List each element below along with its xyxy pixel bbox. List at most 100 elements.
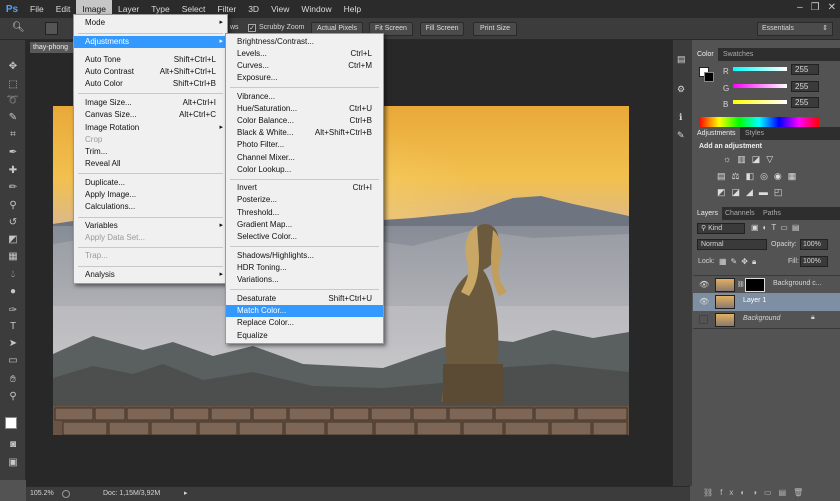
menu-item-canvas-size[interactable]: Canvas Size... Alt+Ctrl+C xyxy=(74,109,227,121)
menu-item-trim[interactable]: Trim... xyxy=(74,146,227,158)
tab-adjustments[interactable]: Adjustments xyxy=(693,127,740,140)
quick-mask-icon[interactable]: ◙ xyxy=(6,438,20,452)
minimize-icon[interactable]: – xyxy=(797,2,803,13)
menu-item-adjustments[interactable]: Adjustments ▸ xyxy=(74,36,227,48)
zoom-tool-icon[interactable]: 🔍︎ xyxy=(12,22,25,33)
menu-item-color-balance[interactable]: Color Balance... Ctrl+B xyxy=(226,115,383,127)
tab-color[interactable]: Color xyxy=(693,48,718,61)
menu-item-levels[interactable]: Levels... Ctrl+L xyxy=(226,48,383,60)
menu-item-apply-image[interactable]: Apply Image... xyxy=(74,189,227,201)
menu-item-auto-contrast[interactable]: Auto Contrast Alt+Shift+Ctrl+L xyxy=(74,66,227,78)
menu-item-selective-color[interactable]: Selective Color... xyxy=(226,231,383,243)
visibility-eye-icon[interactable]: 👁︎ xyxy=(699,280,709,289)
fill-screen-button[interactable]: Fill Screen xyxy=(420,22,464,36)
menu-item-match-color[interactable]: Match Color... xyxy=(226,305,383,317)
print-size-button[interactable]: Print Size xyxy=(473,22,517,36)
foreground-color-swatch[interactable] xyxy=(5,417,17,429)
menu-item-image-rotation[interactable]: Image Rotation ▸ xyxy=(74,122,227,134)
tab-channels[interactable]: Channels xyxy=(721,207,759,220)
close-icon[interactable]: ✕ xyxy=(828,2,836,13)
menu-item-variations[interactable]: Variations... xyxy=(226,274,383,286)
menu-item-vibrance[interactable]: Vibrance... xyxy=(226,91,383,103)
status-menu-icon[interactable] xyxy=(62,490,70,498)
red-value-input[interactable]: 255 xyxy=(791,64,819,75)
background-swatch[interactable] xyxy=(704,72,714,82)
eyedropper-tool-icon[interactable]: ✒ xyxy=(6,146,20,160)
menu-item-gradient-map[interactable]: Gradient Map... xyxy=(226,219,383,231)
zoom-in-icon[interactable] xyxy=(45,22,58,35)
gradient-tool-icon[interactable]: ▦ xyxy=(6,250,20,264)
tab-paths[interactable]: Paths xyxy=(759,207,785,220)
status-arrow-icon[interactable]: ▸ xyxy=(184,487,188,501)
clone-stamp-icon[interactable]: ⚲ xyxy=(6,199,20,213)
brush-tool-icon[interactable]: ✏ xyxy=(6,181,20,195)
marquee-tool-icon[interactable]: ⬚ xyxy=(6,78,20,92)
menu-item-replace-color[interactable]: Replace Color... xyxy=(226,317,383,329)
zoom-tool-sidebar-icon[interactable]: ⚲ xyxy=(6,390,20,404)
menu-item-calculations[interactable]: Calculations... xyxy=(74,201,227,213)
type-tool-icon[interactable]: T xyxy=(6,320,20,334)
info-panel-icon[interactable]: ℹ xyxy=(679,112,682,123)
healing-brush-icon[interactable]: ✚ xyxy=(6,164,20,178)
layer-row[interactable]: Background 🔒︎ xyxy=(693,311,840,329)
menu-item-reveal-all[interactable]: Reveal All xyxy=(74,158,227,170)
blue-value-input[interactable]: 255 xyxy=(791,97,819,108)
visibility-toggle[interactable] xyxy=(699,315,708,324)
history-panel-icon[interactable]: ▤ xyxy=(677,54,686,65)
green-value-input[interactable]: 255 xyxy=(791,81,819,92)
menu-item-hdr-toning[interactable]: HDR Toning... xyxy=(226,262,383,274)
menu-item-curves[interactable]: Curves... Ctrl+M xyxy=(226,60,383,72)
menu-item-mode[interactable]: Mode ▸ xyxy=(74,17,227,29)
quick-select-tool-icon[interactable]: ✎ xyxy=(6,111,20,125)
color-spectrum[interactable] xyxy=(699,117,819,127)
menu-item-invert[interactable]: Invert Ctrl+I xyxy=(226,182,383,194)
layer-row-selected[interactable]: 👁︎ Layer 1 xyxy=(693,293,840,311)
menu-item-analysis[interactable]: Analysis ▸ xyxy=(74,269,227,281)
adjustment-icons-row-3[interactable]: ◩◪◢▬◰ xyxy=(717,187,788,198)
properties-panel-icon[interactable]: ⚙ xyxy=(677,84,685,95)
pen-tool-icon[interactable]: ✑ xyxy=(6,304,20,318)
tab-layers[interactable]: Layers xyxy=(693,207,723,220)
blend-mode-select[interactable]: Normal xyxy=(697,239,767,250)
menu-item-equalize[interactable]: Equalize xyxy=(226,330,383,342)
menu-item-photo-filter[interactable]: Photo Filter... xyxy=(226,139,383,151)
menu-item-variables[interactable]: Variables ▸ xyxy=(74,220,227,232)
lasso-tool-icon[interactable]: ➰ xyxy=(6,94,20,108)
menu-item-posterize[interactable]: Posterize... xyxy=(226,194,383,206)
menu-item-black-white[interactable]: Black & White... Alt+Shift+Ctrl+B xyxy=(226,127,383,139)
fill-input[interactable]: 100% xyxy=(800,256,828,267)
menu-help[interactable]: Help xyxy=(338,0,367,18)
menu-view[interactable]: View xyxy=(265,0,295,18)
green-slider[interactable] xyxy=(733,84,787,88)
layer-row[interactable]: 👁︎ ⛓ Background c... xyxy=(693,275,840,293)
dodge-tool-icon[interactable]: ● xyxy=(6,285,20,299)
hand-tool-icon[interactable]: ✋︎ xyxy=(6,373,20,387)
menu-3d[interactable]: 3D xyxy=(242,0,265,18)
menu-file[interactable]: File xyxy=(24,0,50,18)
restore-icon[interactable]: ❐ xyxy=(811,2,820,13)
adjustment-icons-row-2[interactable]: ▤⚖◧◎◉▦ xyxy=(717,171,802,182)
blur-tool-icon[interactable]: 💧︎ xyxy=(6,268,20,282)
blue-slider[interactable] xyxy=(733,100,787,104)
scrubby-zoom-checkbox[interactable]: ✓ xyxy=(248,24,256,32)
menu-item-desaturate[interactable]: Desaturate Shift+Ctrl+U xyxy=(226,293,383,305)
crop-tool-icon[interactable]: ⌗ xyxy=(6,128,20,142)
shape-tool-icon[interactable]: ▭ xyxy=(6,354,20,368)
menu-item-shadows-highlights[interactable]: Shadows/Highlights... xyxy=(226,250,383,262)
eraser-tool-icon[interactable]: ◩ xyxy=(6,233,20,247)
filter-kind-select[interactable]: ⚲ Kind xyxy=(697,223,745,234)
menu-item-auto-color[interactable]: Auto Color Shift+Ctrl+B xyxy=(74,78,227,90)
tab-styles[interactable]: Styles xyxy=(741,127,768,140)
document-tab[interactable]: thay-phong xyxy=(30,42,78,53)
screen-mode-icon[interactable]: ▣ xyxy=(6,456,20,470)
layers-footer-icons[interactable]: ⛓fx◐◑▭▤🗑︎ xyxy=(703,488,810,497)
path-select-icon[interactable]: ➤ xyxy=(6,337,20,351)
menu-item-threshold[interactable]: Threshold... xyxy=(226,207,383,219)
workspace-select[interactable]: Essentials ⇕ xyxy=(757,22,833,36)
adjustment-icons-row-1[interactable]: ☼▥◪▽ xyxy=(723,154,779,165)
opacity-input[interactable]: 100% xyxy=(800,239,828,250)
lock-icons[interactable]: ▦✎✥🔒︎ xyxy=(719,257,760,267)
filter-icons[interactable]: ▣◐T▭▤ xyxy=(751,223,803,232)
menu-item-auto-tone[interactable]: Auto Tone Shift+Ctrl+L xyxy=(74,54,227,66)
menu-item-exposure[interactable]: Exposure... xyxy=(226,72,383,84)
